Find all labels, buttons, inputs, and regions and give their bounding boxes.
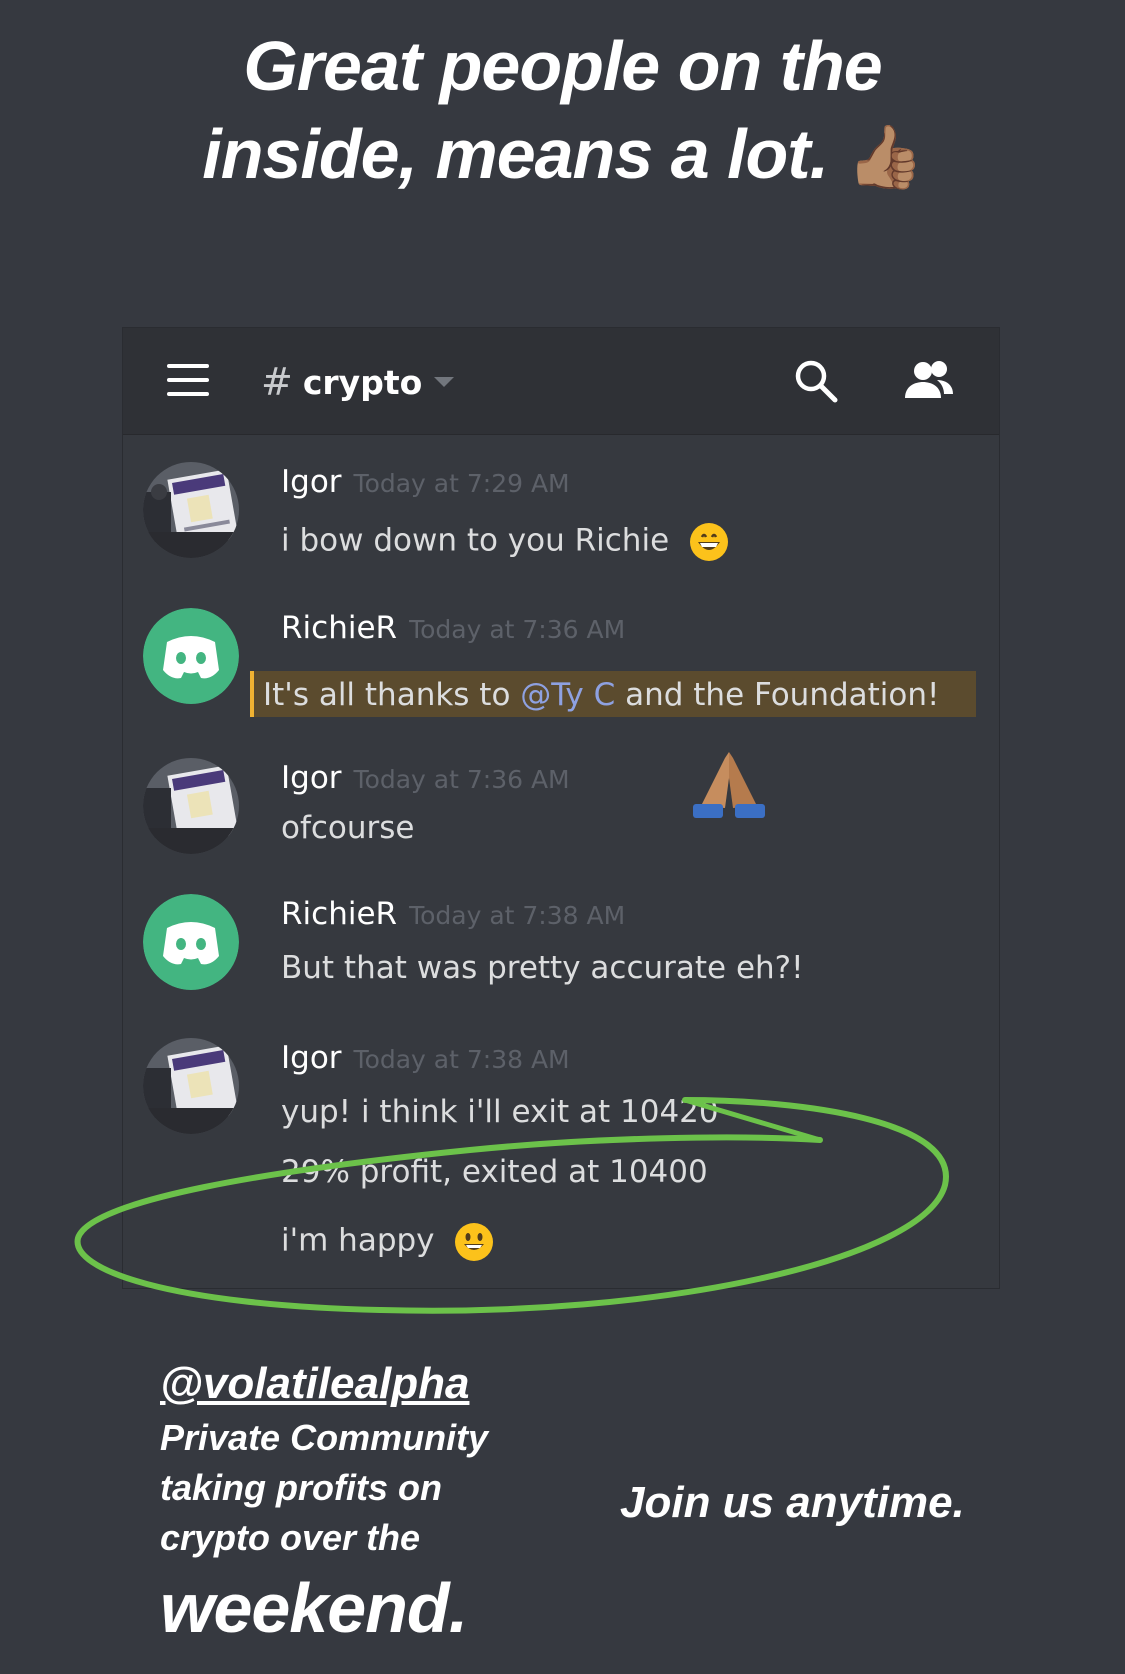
join-text: Join us anytime.: [620, 1478, 965, 1527]
channel-title[interactable]: # crypto: [261, 356, 455, 408]
message-text: But that was pretty accurate eh?!: [281, 950, 804, 986]
username-label[interactable]: RichieR: [281, 896, 397, 932]
message-timestamp: Today at 7:38 AM: [353, 1045, 570, 1074]
avatar[interactable]: [143, 894, 239, 990]
avatar[interactable]: [143, 608, 239, 704]
smiling-face-icon: [455, 1223, 494, 1261]
grinning-face-icon: [690, 523, 728, 561]
message-text-pre: It's all thanks to: [263, 677, 521, 713]
search-icon[interactable]: [793, 358, 839, 404]
thumbs-up-icon: 👍🏽: [846, 123, 924, 192]
username-label[interactable]: Igor: [281, 1040, 342, 1076]
hamburger-icon[interactable]: [167, 364, 209, 396]
volatilealpha-handle-link[interactable]: @volatilealpha: [160, 1355, 560, 1413]
message-timestamp: Today at 7:36 AM: [409, 615, 626, 644]
caption-line-1: Great people on the: [243, 27, 882, 105]
username-label[interactable]: RichieR: [281, 610, 397, 646]
message-text-content: i bow down to you Richie: [281, 522, 670, 559]
caption-line-2: inside, means a lot. 👍🏽: [0, 110, 1125, 202]
message-text: i'm happy: [281, 1222, 494, 1262]
message-text: i bow down to you Richie: [281, 522, 729, 562]
message-text-post: and the Foundation!: [615, 677, 940, 713]
hash-icon: #: [261, 360, 293, 404]
avatar[interactable]: [143, 758, 239, 854]
members-icon[interactable]: [901, 358, 957, 404]
message-username[interactable]: Igor Today at 7:38 AM: [281, 1040, 570, 1076]
avatar[interactable]: [143, 462, 239, 558]
story-caption: Great people on the inside, means a lot.…: [0, 22, 1125, 202]
promo-line-4: weekend.: [160, 1569, 468, 1647]
message-timestamp: Today at 7:38 AM: [409, 901, 626, 930]
message-timestamp: Today at 7:29 AM: [353, 469, 570, 498]
message-username[interactable]: Igor Today at 7:36 AM: [281, 760, 570, 796]
message-timestamp: Today at 7:36 AM: [353, 765, 570, 794]
promo-line-3: crypto over the: [160, 1517, 421, 1558]
promo-line-2: taking profits on: [160, 1467, 442, 1508]
promo-line-1: Private Community: [160, 1417, 489, 1458]
message-username[interactable]: Igor Today at 7:29 AM: [281, 464, 570, 500]
channel-name: crypto: [302, 362, 423, 402]
caption-line-2-text: inside, means a lot.: [202, 115, 829, 193]
folded-hands-icon: [693, 752, 765, 818]
message-text: 29% profit, exited at 10400: [281, 1154, 708, 1190]
username-label[interactable]: Igor: [281, 464, 342, 500]
message-text: yup! i think i'll exit at 10420: [281, 1094, 719, 1130]
message-username[interactable]: RichieR Today at 7:36 AM: [281, 610, 625, 646]
user-mention-link[interactable]: @Ty C: [520, 677, 615, 713]
chevron-down-icon[interactable]: [434, 377, 455, 387]
promo-text: @volatilealpha Private Community taking …: [160, 1355, 560, 1653]
message-username[interactable]: RichieR Today at 7:38 AM: [281, 896, 625, 932]
message-text: It's all thanks to @Ty C and the Foundat…: [263, 677, 939, 713]
channel-header: # crypto: [123, 328, 999, 435]
avatar[interactable]: [143, 1038, 239, 1134]
discord-screenshot: # crypto Igor Today at 7:29 AM i bow dow…: [122, 327, 1000, 1289]
message-text: ofcourse: [281, 810, 415, 846]
message-text-content: i'm happy: [281, 1222, 435, 1259]
username-label[interactable]: Igor: [281, 760, 342, 796]
